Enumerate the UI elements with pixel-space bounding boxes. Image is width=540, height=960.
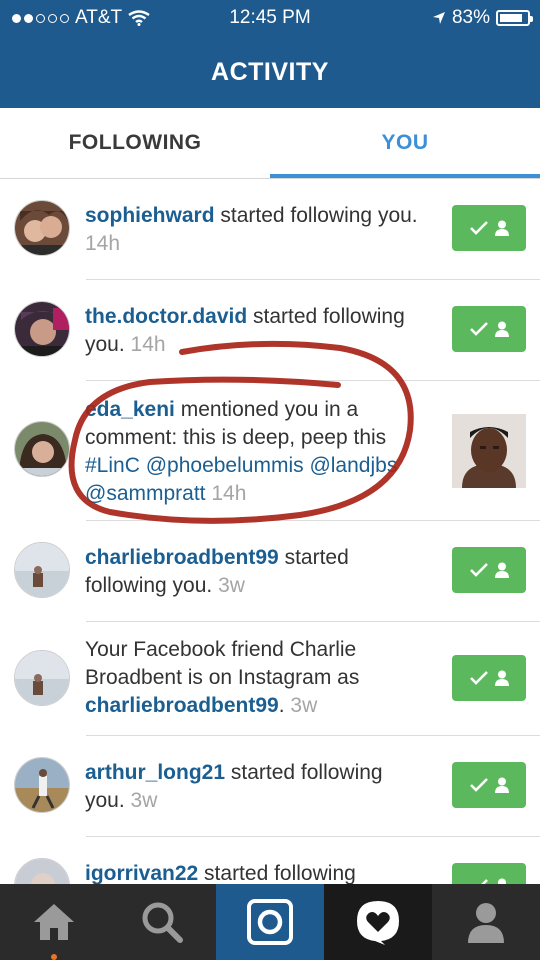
camera-icon: [247, 899, 293, 945]
location-arrow-icon: [432, 12, 445, 24]
battery-percentage: 83%: [451, 7, 490, 28]
tab-camera[interactable]: [216, 884, 324, 960]
notification-time: 14h: [85, 232, 121, 255]
avatar[interactable]: [14, 650, 70, 706]
avatar[interactable]: [14, 421, 70, 477]
avatar[interactable]: [14, 757, 70, 813]
person-icon: [495, 670, 509, 686]
mention-link[interactable]: @landjbs: [309, 454, 397, 477]
notification-row[interactable]: Your Facebook friend Charlie Broadbent i…: [0, 622, 540, 736]
notification-text: Your Facebook friend Charlie Broadbent i…: [85, 636, 425, 720]
username-link[interactable]: the.doctor.david: [85, 305, 247, 328]
checkmark-icon: [470, 778, 488, 792]
tab-profile[interactable]: [432, 884, 540, 960]
profile-icon: [468, 903, 504, 943]
person-icon: [495, 321, 509, 337]
person-icon: [495, 562, 509, 578]
mention-link[interactable]: @phoebelummis: [146, 454, 304, 477]
tab-you-label: YOU: [381, 131, 429, 154]
checkmark-icon: [470, 221, 488, 235]
notification-message: started following you.: [214, 204, 418, 227]
following-button[interactable]: [452, 306, 526, 352]
notification-time: 3w: [218, 574, 245, 597]
username-link[interactable]: arthur_long21: [85, 761, 225, 784]
status-right: 83%: [432, 7, 533, 29]
following-button[interactable]: [452, 762, 526, 808]
avatar[interactable]: [14, 542, 70, 598]
tab-selected-indicator: [270, 174, 540, 178]
person-icon: [495, 220, 509, 236]
hashtag-link[interactable]: #LinC: [85, 454, 140, 477]
activity-icon: [357, 901, 399, 945]
notification-message: .: [278, 694, 285, 717]
tab-following-label: FOLLOWING: [68, 131, 202, 154]
avatar[interactable]: [14, 301, 70, 357]
checkmark-icon: [470, 671, 488, 685]
notification-time: 3w: [290, 694, 318, 717]
notification-row[interactable]: eda_keni mentioned you in a comment: thi…: [0, 381, 540, 521]
page-title: ACTIVITY: [211, 58, 329, 86]
tab-following[interactable]: FOLLOWING: [0, 108, 270, 178]
notification-row[interactable]: arthur_long21 started following you. 3w: [0, 736, 540, 837]
notification-message: started following: [198, 862, 356, 884]
following-button[interactable]: [452, 655, 526, 701]
mention-link[interactable]: @sammpratt: [85, 482, 206, 505]
notification-time: 14h: [211, 482, 247, 505]
post-thumbnail[interactable]: [452, 414, 526, 488]
following-button[interactable]: [452, 547, 526, 593]
checkmark-icon: [470, 563, 488, 577]
search-icon: [142, 902, 183, 943]
notification-row[interactable]: charliebroadbent99 started following you…: [0, 521, 540, 622]
notification-time: 14h: [130, 333, 166, 356]
following-button[interactable]: [452, 205, 526, 251]
battery-icon: [496, 10, 533, 26]
bottom-tab-bar: [0, 884, 540, 960]
status-bar: AT&T 12:45 PM 83%: [0, 0, 540, 36]
notification-prefix: Your Facebook friend Charlie Broadbent i…: [85, 638, 360, 689]
activity-tabs: FOLLOWING YOU: [0, 108, 540, 179]
checkmark-icon: [470, 322, 488, 336]
notification-row[interactable]: the.doctor.david started following you. …: [0, 280, 540, 381]
avatar[interactable]: [14, 200, 70, 256]
notification-text: eda_keni mentioned you in a comment: thi…: [85, 396, 425, 508]
username-link[interactable]: igorrivan22: [85, 862, 198, 884]
home-icon: [34, 904, 74, 940]
notification-text: arthur_long21 started following you. 3w: [85, 759, 425, 815]
notification-text: igorrivan22 started following: [85, 860, 425, 884]
following-button[interactable]: [452, 863, 526, 884]
notification-indicator: [51, 954, 57, 960]
username-link[interactable]: charliebroadbent99: [85, 546, 279, 569]
notification-text: the.doctor.david started following you. …: [85, 303, 425, 359]
notification-text: sophiehward started following you. 14h: [85, 202, 425, 258]
tab-home[interactable]: [0, 884, 108, 960]
username-link[interactable]: charliebroadbent99: [85, 694, 279, 717]
username-link[interactable]: sophiehward: [85, 204, 215, 227]
tab-search[interactable]: [108, 884, 216, 960]
notification-time: 3w: [130, 789, 158, 812]
nav-bar: ACTIVITY: [0, 36, 540, 108]
notification-text: charliebroadbent99 started following you…: [85, 544, 425, 600]
username-link[interactable]: eda_keni: [85, 398, 175, 421]
avatar[interactable]: [14, 858, 70, 884]
tab-you[interactable]: YOU: [270, 108, 540, 178]
activity-feed[interactable]: sophiehward started following you. 14h t…: [0, 179, 540, 884]
person-icon: [495, 777, 509, 793]
tab-activity[interactable]: [324, 884, 432, 960]
notification-row[interactable]: sophiehward started following you. 14h: [0, 179, 540, 280]
notification-row[interactable]: igorrivan22 started following: [0, 837, 540, 884]
